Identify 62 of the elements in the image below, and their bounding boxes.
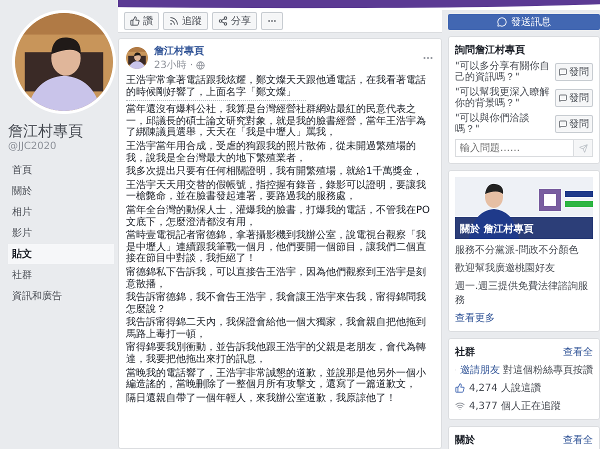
question-text: "可以幫我更深入瞭解你的背景嗎？" (455, 87, 551, 109)
banner-caption: 關於 詹江村專頁 (460, 222, 534, 236)
nav-item[interactable]: 社群 (8, 265, 114, 285)
feed-icon (455, 401, 465, 411)
community-text: 邀請朋友 對這個粉絲專頁按讚 (460, 364, 593, 377)
post-text: 隔日還親自帶了一個年輕人，來我辦公室道歉，我原諒他了！ (126, 392, 397, 404)
globe-icon (196, 60, 206, 70)
post-text: 甯得錦要我別衝動，並告訴我他跟王浩宇的父親是老朋友，會代為轉達，我要把他拖出來打的訊息， (126, 342, 427, 366)
follow-button[interactable]: 追蹤 (163, 12, 208, 30)
community-text: 4,274 人說這讚 (469, 382, 541, 395)
page-handle: @JJC2020 (8, 141, 58, 152)
card-title: 詢問詹江村專頁 (455, 44, 526, 57)
post-text: 王浩宇常拿著電話跟我炫耀，鄭文燦天天跟他通電話，在我看著電話的時候剛好響了，上面名字「鄭文燦」 (126, 75, 427, 98)
send-message-button[interactable]: 發送訊息 (448, 14, 600, 30)
intro-line: 歡迎幫我廣邀桃園好友 (455, 262, 556, 275)
see-all-link[interactable]: 查看全 (563, 345, 593, 359)
intro-line: 服務不分黨派-問政不分顏色 (455, 244, 580, 257)
community-text: 4,377 個人正在追蹤 (469, 400, 561, 413)
post-text: 王浩宇天天用交替的假帳號，指控握有錄音，錄影可以證明，要讓我一槍斃命，並在臉書發起連署，要路過我的服務處， (126, 180, 427, 203)
post-text: 當年全台灣的動保人士，灌爆我的臉書，打爆我的電話，不管我在PO文底下，怎麼澄清都沒有用， (126, 204, 431, 228)
see-all-link[interactable]: 查看全 (563, 433, 593, 447)
thumbs-up-icon (455, 383, 465, 393)
invite-link[interactable]: 邀請朋友 (460, 365, 500, 376)
nav-item[interactable]: 首頁 (8, 160, 114, 180)
question-field[interactable]: 輸入問題…… (455, 139, 573, 157)
post-text: 我告訴甯得錦二天內，我保證會給他一個大獨家，我會親自把他拖到馬路上毒打一頓， (126, 317, 427, 340)
post-text: 我告訴甯德錦，我不會告王浩宇，我會讓王浩宇來告我，甯得錦問我怎麼說？ (126, 292, 427, 316)
see-more-link[interactable]: 查看更多 (455, 311, 593, 325)
chat-bubble-icon (559, 94, 567, 102)
chat-bubble-icon (497, 17, 507, 27)
page-name: 詹江村專頁 (8, 122, 84, 141)
more-button[interactable] (261, 12, 283, 30)
post-text: 甯德錦私下告訴我，可以直接告王浩宇，因為他們觀察到王浩宇是刻意散播， (126, 266, 427, 290)
question-text: "可以多分享有關你自己的資訊嗎？" (455, 61, 551, 83)
post-text: 我多次提出只要有任何相關證明，我有開繁殖場，就給1千萬獎金， (126, 166, 424, 178)
ask-button[interactable]: 發問 (555, 89, 593, 107)
thumbs-up-icon (130, 16, 140, 26)
card-title: 關於 (455, 434, 475, 447)
intro-line: 週一.週三提供免費法律諮詢服務 (455, 280, 590, 307)
post-author[interactable]: 詹江村專頁 (154, 44, 416, 58)
nav-item[interactable]: 影片 (8, 223, 114, 243)
chat-bubble-icon (559, 120, 567, 128)
nav-item[interactable]: 關於 (8, 181, 114, 201)
question-text: "可以與你們洽談嗎？" (455, 113, 531, 135)
share-icon (218, 16, 228, 26)
ask-button[interactable]: 發問 (555, 63, 593, 81)
share-button[interactable]: 分享 (212, 12, 257, 30)
ask-button[interactable]: 發問 (555, 115, 593, 133)
card-title: 社群 (455, 346, 475, 359)
feed-icon (169, 16, 179, 26)
send-button[interactable] (573, 139, 593, 157)
like-button[interactable]: 讚 (124, 12, 159, 30)
nav-item[interactable]: 貼文 (8, 244, 114, 264)
post-time: 23小時 · (154, 58, 194, 72)
send-icon (578, 144, 588, 152)
chat-bubble-icon (559, 68, 567, 76)
nav-item[interactable]: 相片 (8, 202, 114, 222)
nav-item[interactable]: 資訊和廣告 (8, 286, 114, 306)
post-text: 當晚我的電話響了，王浩宇非常誠懇的道歉，並說那是他另外一個小編造謠的，當晚刪除了一整個月所有攻擊文，還寫了一篇道歉文， (126, 368, 427, 391)
post-text: 當年還沒有爆料公社，我算是台灣經營社群網站最紅的民意代表之一，邱議長的碩士論文研究對象，就是我的臉書經營，當年王浩宇為了綁陳議員選舉，天天在「我是中壢人」罵我， (126, 104, 427, 139)
post-text: 王浩宇當年用合成，受虐的狗跟我的照片散佈，從未開過繁殖場的我，說我是全台灣最大的地下繁殖業者， (126, 140, 417, 164)
post-text: 當時壹電視記者甯德錦，拿著攝影機到我辦公室，說電視台觀察「我是中壢人」連續跟我筆戰一個月，他們要開一個節目，讓我們二個直接在節目中對談，我拒絕了！ (126, 230, 427, 265)
